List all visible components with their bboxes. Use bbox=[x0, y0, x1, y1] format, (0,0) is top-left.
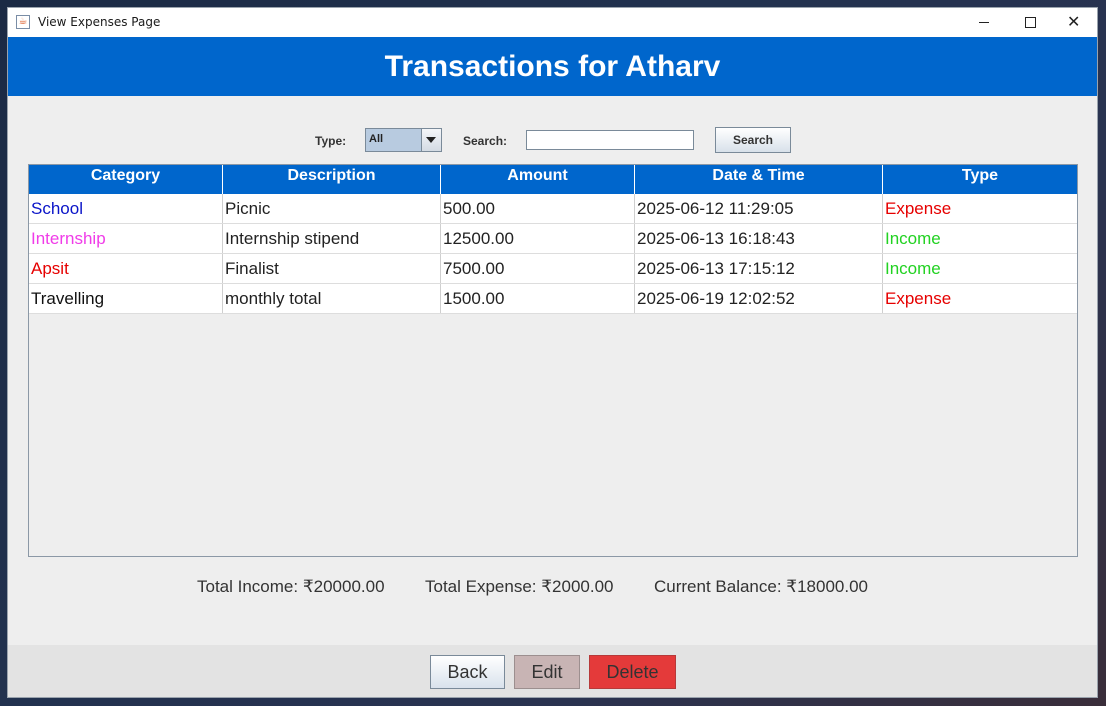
cell-type: Expense bbox=[885, 289, 952, 308]
cell-description: Finalist bbox=[223, 254, 441, 283]
java-cup-icon: ☕ bbox=[16, 15, 30, 29]
maximize-button[interactable] bbox=[1007, 8, 1053, 37]
search-button[interactable]: Search bbox=[715, 127, 791, 153]
cell-amount: 1500.00 bbox=[441, 284, 635, 313]
table-row[interactable]: School Picnic 500.00 2025-06-12 11:29:05… bbox=[29, 194, 1077, 224]
cell-category: Internship bbox=[29, 224, 223, 253]
column-header-type[interactable]: Type bbox=[883, 165, 1077, 194]
button-bar: Back Edit Delete bbox=[8, 645, 1097, 697]
delete-button[interactable]: Delete bbox=[589, 655, 676, 689]
cell-category: Travelling bbox=[29, 284, 223, 313]
column-header-category[interactable]: Category bbox=[29, 165, 223, 194]
table-row[interactable]: Apsit Finalist 7500.00 2025-06-13 17:15:… bbox=[29, 254, 1077, 284]
cell-category: Apsit bbox=[29, 254, 223, 283]
cell-category: School bbox=[29, 194, 223, 223]
column-header-description[interactable]: Description bbox=[223, 165, 441, 194]
cell-description: monthly total bbox=[223, 284, 441, 313]
cell-amount: 7500.00 bbox=[441, 254, 635, 283]
cell-description: Internship stipend bbox=[223, 224, 441, 253]
cell-datetime: 2025-06-13 17:15:12 bbox=[635, 254, 883, 283]
minimize-button[interactable] bbox=[961, 8, 1007, 37]
minimize-icon bbox=[979, 22, 989, 23]
table-row[interactable]: Internship Internship stipend 12500.00 2… bbox=[29, 224, 1077, 254]
title-bar: ☕ View Expenses Page ✕ bbox=[8, 8, 1097, 37]
total-income: Total Income: ₹20000.00 bbox=[197, 577, 385, 596]
cell-type: Income bbox=[885, 229, 941, 248]
cell-datetime: 2025-06-19 12:02:52 bbox=[635, 284, 883, 313]
cell-amount: 500.00 bbox=[441, 194, 635, 223]
type-label: Type: bbox=[315, 134, 347, 148]
close-icon: ✕ bbox=[1067, 12, 1081, 31]
cell-amount: 12500.00 bbox=[441, 224, 635, 253]
cell-datetime: 2025-06-12 11:29:05 bbox=[635, 194, 883, 223]
total-expense: Total Expense: ₹2000.00 bbox=[425, 577, 614, 596]
dropdown-arrow-button[interactable] bbox=[421, 129, 441, 151]
search-label: Search: bbox=[463, 134, 508, 148]
maximize-icon bbox=[1025, 17, 1036, 28]
cell-type: Expense bbox=[885, 199, 952, 218]
cell-description: Picnic bbox=[223, 194, 441, 223]
column-header-datetime[interactable]: Date & Time bbox=[635, 165, 883, 194]
column-header-amount[interactable]: Amount bbox=[441, 165, 635, 194]
back-button[interactable]: Back bbox=[430, 655, 505, 689]
close-button[interactable]: ✕ bbox=[1053, 8, 1097, 37]
chevron-down-icon bbox=[426, 137, 436, 143]
table-row[interactable]: Travelling monthly total 1500.00 2025-06… bbox=[29, 284, 1077, 314]
type-select[interactable]: All bbox=[365, 128, 442, 152]
cell-datetime: 2025-06-13 16:18:43 bbox=[635, 224, 883, 253]
app-window: ☕ View Expenses Page ✕ Transactions for … bbox=[7, 7, 1098, 698]
transactions-table: Category Description Amount Date & Time … bbox=[28, 164, 1078, 557]
edit-button[interactable]: Edit bbox=[514, 655, 580, 689]
current-balance: Current Balance: ₹18000.00 bbox=[654, 577, 869, 596]
page-title: Transactions for Atharv bbox=[8, 37, 1097, 96]
cell-type: Income bbox=[885, 259, 941, 278]
type-select-value: All bbox=[369, 133, 384, 145]
table-header: Category Description Amount Date & Time … bbox=[29, 165, 1077, 194]
search-input[interactable] bbox=[526, 130, 694, 150]
window-title: View Expenses Page bbox=[38, 15, 161, 29]
